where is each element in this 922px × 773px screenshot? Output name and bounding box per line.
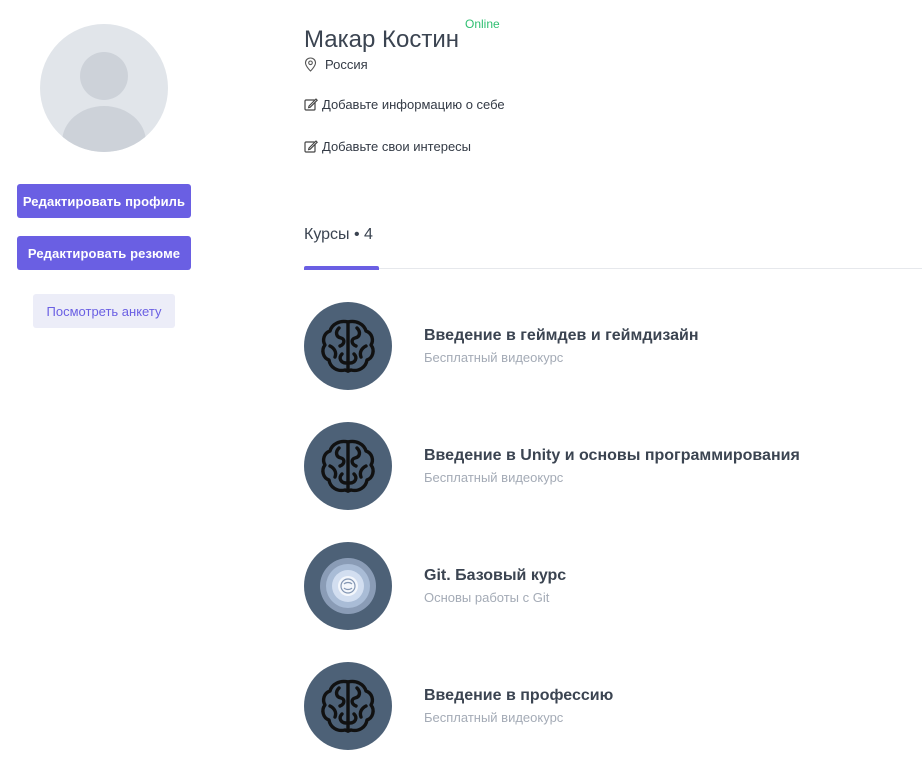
- brain-icon: [321, 439, 375, 493]
- add-interests-text: Добавьте свои интересы: [322, 139, 472, 154]
- course-title: Введение в Unity и основы программирован…: [424, 447, 800, 464]
- add-about-text: Добавьте информацию о себе: [322, 97, 505, 112]
- course-title: Введение в геймдев и геймдизайн: [424, 327, 699, 344]
- edit-icon: [304, 140, 318, 153]
- edit-profile-button[interactable]: Редактировать профиль: [17, 184, 191, 218]
- profile-name: Макар Костин: [304, 26, 459, 53]
- course-icon: [304, 542, 392, 630]
- course-subtitle: Основы работы с Git: [424, 590, 550, 605]
- tab-active-indicator: [304, 266, 379, 270]
- add-interests-link[interactable]: Добавьте свои интересы: [304, 139, 471, 154]
- location-pin-icon: [304, 57, 317, 72]
- course-item[interactable]: Git. Базовый курс Основы работы с Git: [304, 542, 904, 630]
- course-subtitle: Бесплатный видеокурс: [424, 350, 564, 365]
- course-title: Git. Базовый курс: [424, 567, 567, 584]
- course-icon: [304, 422, 392, 510]
- course-icon: [304, 662, 392, 750]
- add-about-link[interactable]: Добавьте информацию о себе: [304, 97, 505, 112]
- course-subtitle: Бесплатный видеокурс: [424, 710, 564, 725]
- user-placeholder-icon: [62, 52, 146, 152]
- course-icon: [304, 302, 392, 390]
- course-item[interactable]: Введение в геймдев и геймдизайн Бесплатн…: [304, 302, 904, 390]
- edit-icon: [304, 98, 318, 111]
- brain-icon: [321, 679, 375, 733]
- brain-icon: [321, 319, 375, 373]
- location: Россия: [304, 57, 368, 72]
- course-subtitle: Бесплатный видеокурс: [424, 470, 564, 485]
- edit-resume-button[interactable]: Редактировать резюме: [17, 236, 191, 270]
- tab-courses[interactable]: Курсы • 4: [304, 226, 373, 244]
- course-item[interactable]: Введение в профессию Бесплатный видеокур…: [304, 662, 904, 750]
- avatar[interactable]: [40, 24, 168, 152]
- view-profile-button[interactable]: Посмотреть анкету: [33, 294, 175, 328]
- tabs-divider: [304, 268, 922, 269]
- location-text: Россия: [325, 57, 368, 72]
- online-status: Online: [465, 17, 500, 31]
- git-glow-icon: [320, 558, 376, 614]
- course-item[interactable]: Введение в Unity и основы программирован…: [304, 422, 904, 510]
- course-title: Введение в профессию: [424, 687, 614, 704]
